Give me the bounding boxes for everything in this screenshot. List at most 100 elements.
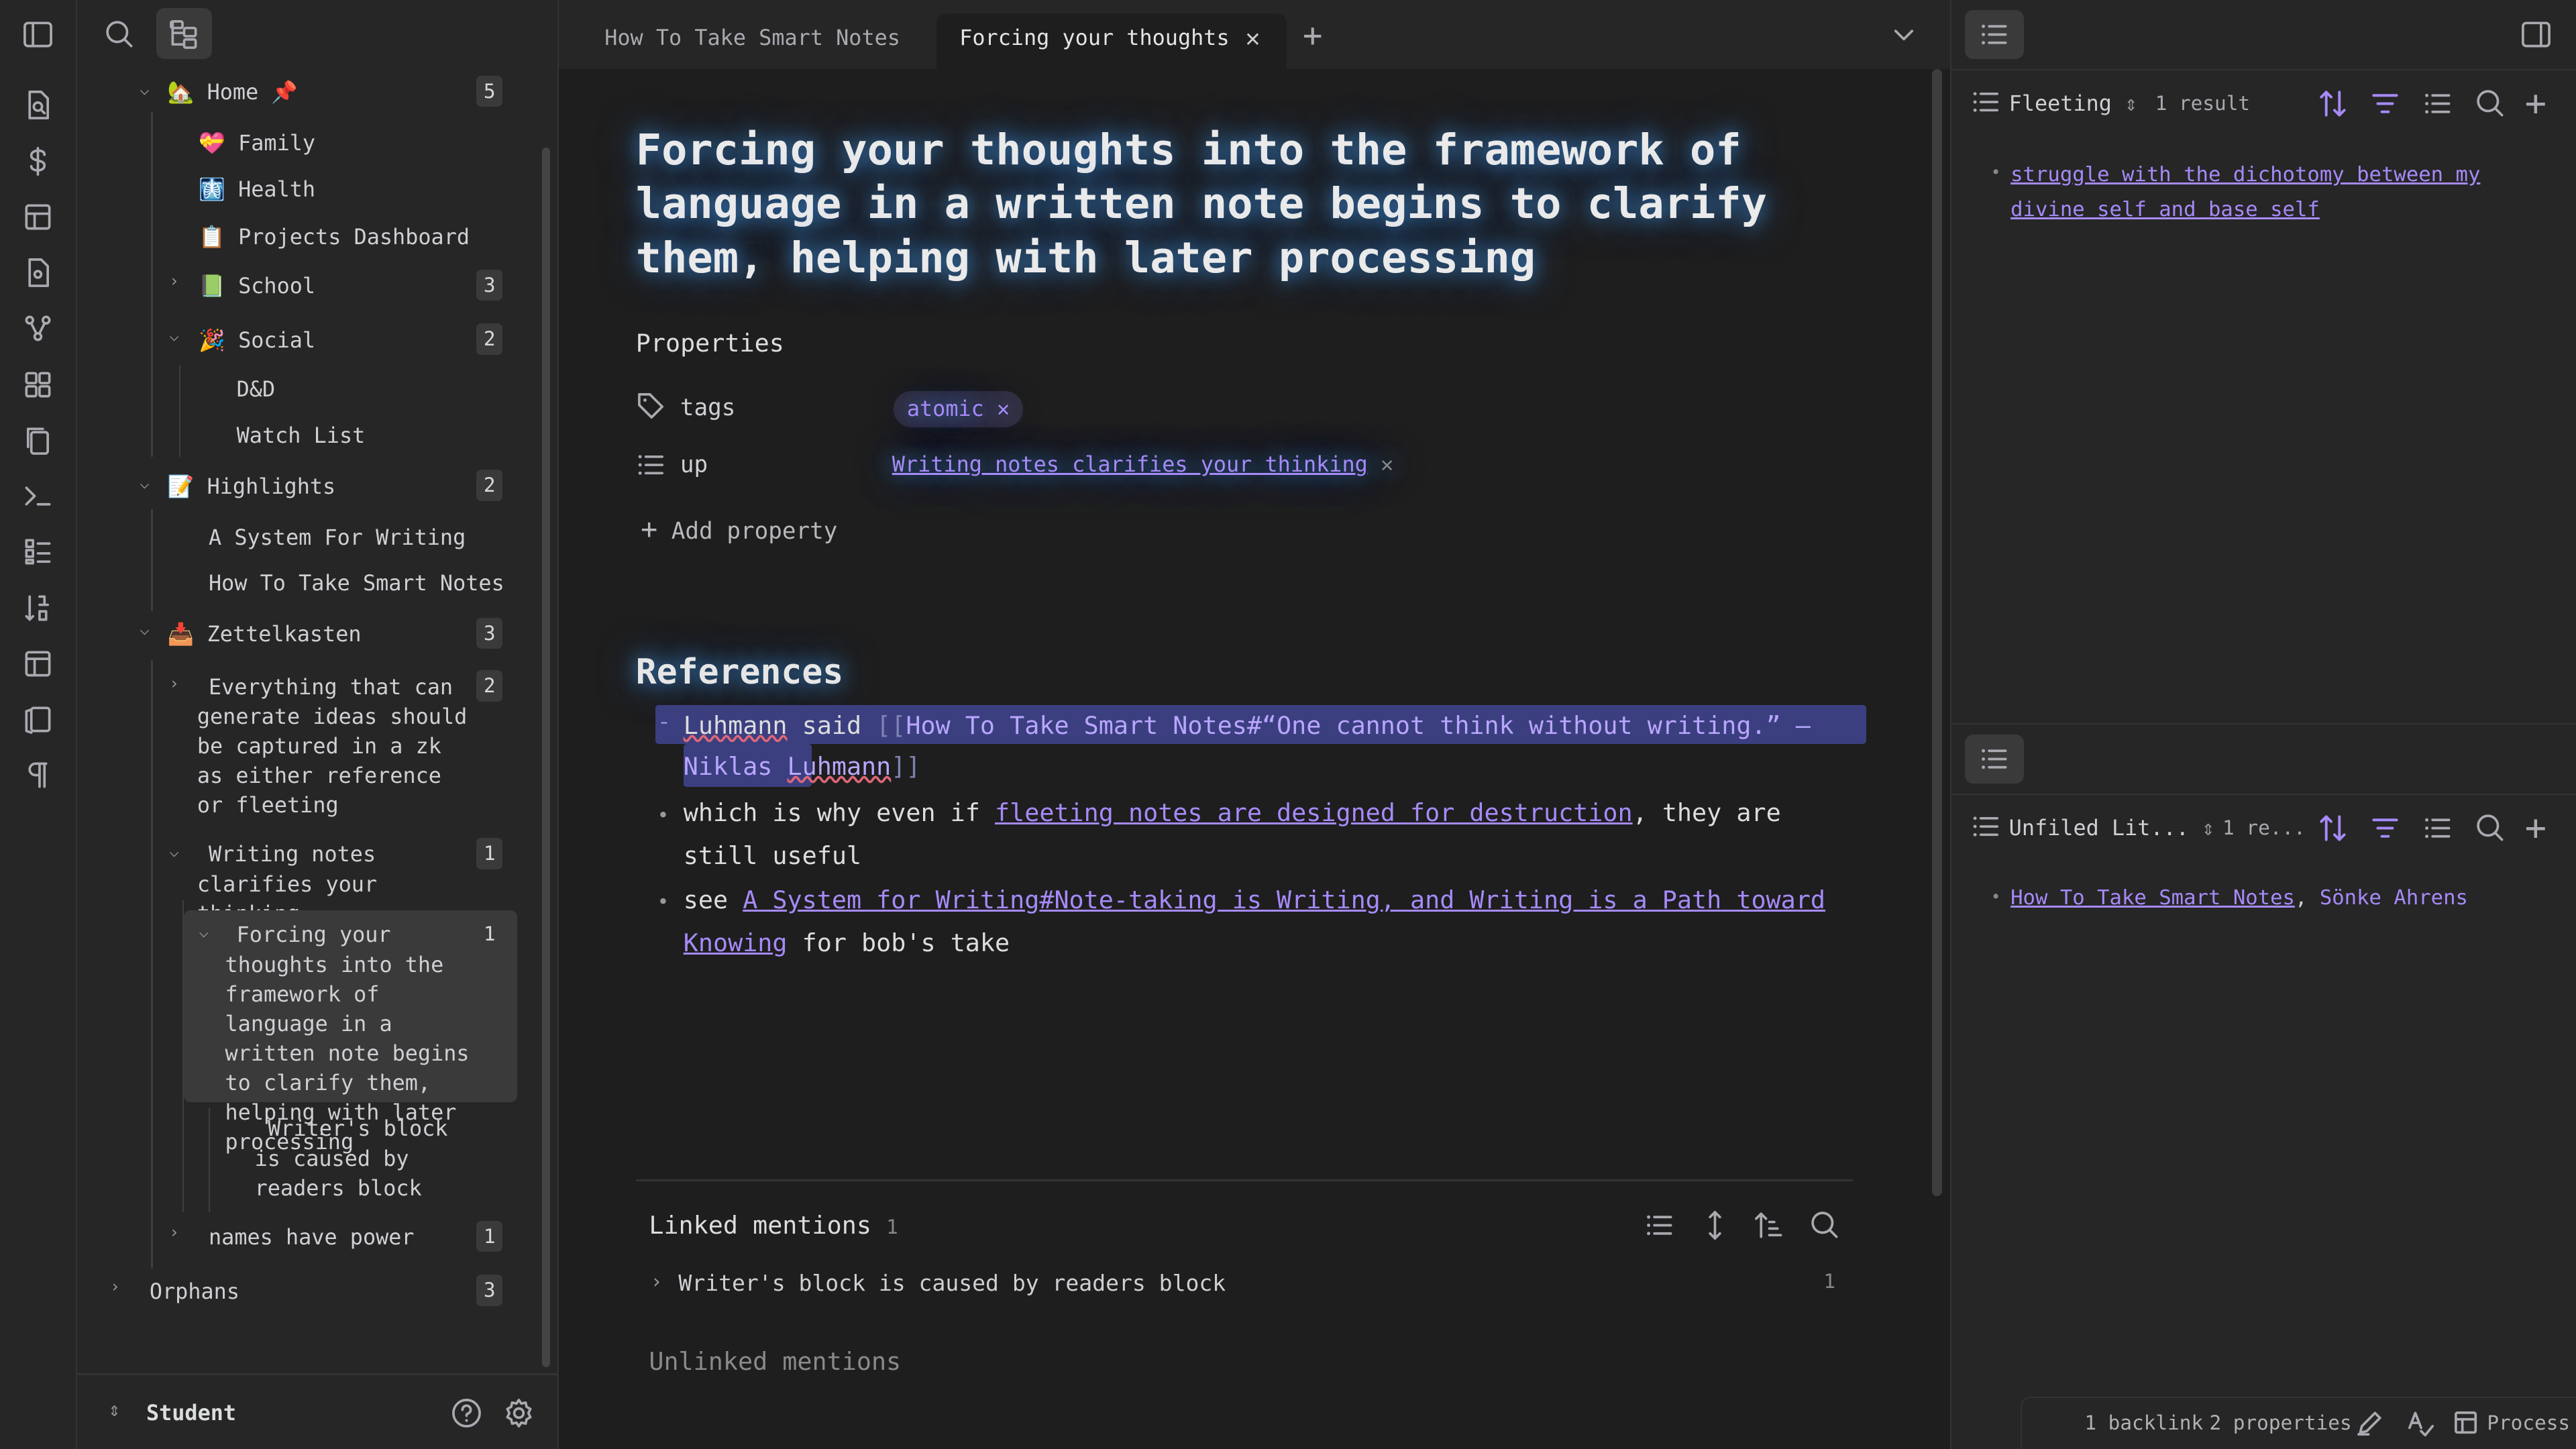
file-dnd[interactable]: D&D [237, 374, 276, 404]
search-icon[interactable] [103, 18, 136, 51]
file-how-to-take-smart-notes[interactable]: How To Take Smart Notes [209, 568, 504, 598]
property-value-up[interactable]: Writing notes clarifies your thinking ✕ [892, 451, 1393, 477]
add-icon[interactable]: + [2525, 806, 2546, 849]
linked-mentions-heading[interactable]: Linked mentions 1 [649, 1211, 898, 1240]
file-projects-dashboard[interactable]: 📋 Projects Dashboard [199, 222, 470, 252]
properties-list-icon[interactable] [2421, 812, 2454, 845]
folder-everything-that-can-generate-ideas[interactable]: Everything that can generate ideas shoul… [197, 672, 480, 820]
flashcards-icon[interactable] [21, 703, 54, 736]
chevron-down-icon[interactable]: ⌵ [169, 325, 179, 345]
file-family[interactable]: 💝 Family [199, 128, 315, 158]
property-count[interactable]: 2 properties [2209, 1411, 2351, 1434]
chevron-right-icon[interactable]: › [110, 1277, 120, 1296]
tab-forcing-your-thoughts[interactable]: Forcing your thoughts i... ✕ [936, 13, 1287, 99]
remove-tag-icon[interactable]: ✕ [997, 396, 1010, 421]
sort-numbers-icon[interactable] [21, 592, 54, 625]
backlink-count[interactable]: 1 backlink [2084, 1411, 2203, 1434]
folder-school[interactable]: 📗 School [199, 271, 315, 301]
folder-highlights[interactable]: 📝 Highlights [168, 472, 335, 501]
help-icon[interactable] [450, 1397, 483, 1430]
references-heading[interactable]: References [636, 652, 844, 692]
toggle-left-sidebar-icon[interactable] [21, 18, 54, 51]
sidebar-scrollbar[interactable] [542, 148, 551, 1367]
graph-view-icon[interactable] [21, 312, 54, 345]
list-icon[interactable] [1643, 1209, 1676, 1242]
list-checks-icon[interactable] [21, 535, 54, 568]
filter-icon[interactable] [2369, 812, 2402, 845]
sort-icon[interactable] [1753, 1209, 1786, 1242]
reference-item-2[interactable]: which is why even if fleeting notes are … [684, 792, 1866, 877]
terminal-icon[interactable] [21, 480, 54, 513]
spellcheck-icon[interactable] [2406, 1408, 2436, 1438]
folder-zettelkasten[interactable]: 📥 Zettelkasten [168, 619, 362, 649]
tab-how-to-take-smart-notes[interactable]: How To Take Smart Notes [582, 13, 936, 69]
file-health[interactable]: 🩻 Health [199, 174, 315, 204]
link-fleeting-notes[interactable]: fleeting notes are designed for destruct… [995, 798, 1633, 827]
tag-pill-atomic[interactable]: atomic ✕ [894, 390, 1023, 427]
outline-tab-icon[interactable] [1964, 9, 2024, 60]
folder-names-have-power[interactable]: names have power [209, 1222, 415, 1252]
close-tab-icon[interactable]: ✕ [1245, 13, 1260, 62]
fleeting-result-item[interactable]: struggle with the dichotomy between my d… [2010, 158, 2553, 227]
file-watch-list[interactable]: Watch List [237, 421, 366, 450]
open-quick-switcher-icon[interactable] [21, 89, 54, 121]
chevron-down-icon[interactable]: ⌵ [140, 473, 150, 492]
sort-icon[interactable] [2316, 87, 2349, 120]
chevron-down-icon[interactable]: ⌵ [199, 922, 209, 941]
table-icon[interactable] [21, 201, 54, 233]
settings-gear-icon[interactable] [502, 1397, 535, 1430]
edit-pencil-icon[interactable] [2355, 1408, 2385, 1438]
new-tab-icon[interactable]: + [1303, 16, 1322, 54]
chevron-down-icon[interactable]: ⌵ [169, 841, 179, 861]
canvas-icon[interactable] [21, 368, 54, 401]
note-title[interactable]: Forcing your thoughts into the framework… [636, 123, 1868, 286]
chevron-right-icon[interactable]: › [169, 1222, 179, 1242]
remove-link-icon[interactable]: ✕ [1381, 451, 1393, 477]
file-writers-block[interactable]: Writer's block is caused by readers bloc… [255, 1114, 485, 1202]
property-key-up[interactable]: up [680, 451, 708, 478]
folder-home[interactable]: 🏡 Home 📌 [168, 77, 298, 107]
vault-name[interactable]: Student [146, 1398, 236, 1428]
linked-mention-count: 1 [1823, 1270, 1836, 1293]
pilcrow-icon[interactable] [21, 759, 54, 792]
folder-tree-icon[interactable] [156, 8, 212, 60]
properties-list-icon[interactable] [2421, 87, 2454, 120]
properties-heading[interactable]: Properties [636, 329, 784, 358]
folder-social[interactable]: 🎉 Social [199, 325, 315, 355]
toggle-right-sidebar-icon[interactable] [2520, 18, 2553, 51]
search-icon[interactable] [2474, 87, 2507, 120]
chevron-down-icon[interactable]: ⌵ [140, 619, 150, 639]
add-icon[interactable]: + [2525, 82, 2546, 124]
layout-icon[interactable] [21, 647, 54, 680]
chevron-right-icon[interactable]: › [169, 271, 179, 290]
unlinked-mentions-heading[interactable]: Unlinked mentions [649, 1347, 901, 1376]
chevron-right-icon[interactable]: › [651, 1270, 663, 1293]
link-how-to-take-smart-notes[interactable]: How To Take Smart Notes [2010, 886, 2295, 910]
tab-list-chevron-icon[interactable] [1889, 19, 1919, 49]
search-icon[interactable] [1809, 1209, 1841, 1242]
reference-item-1[interactable]: Luhmann said [[How To Take Smart Notes#“… [684, 705, 1883, 787]
editor-scrollbar[interactable] [1932, 68, 1942, 1196]
view-selector-fleeting[interactable]: Fleeting ⇕ [2009, 91, 2138, 116]
link-writing-notes-clarifies[interactable]: Writing notes clarifies your thinking [892, 451, 1368, 477]
unfiled-result-item[interactable]: How To Take Smart Notes, Sönke Ahrens [2010, 882, 2468, 915]
outline-tab-icon[interactable] [1964, 734, 2024, 784]
sort-icon[interactable] [2316, 812, 2349, 845]
search-icon[interactable] [2474, 812, 2507, 845]
file-a-system-for-writing[interactable]: A System For Writing [209, 523, 466, 552]
linked-mention-item[interactable]: Writer's block is caused by readers bloc… [678, 1270, 1226, 1296]
vault-switcher-icon[interactable]: ⇕ [109, 1398, 121, 1421]
filter-icon[interactable] [2369, 87, 2402, 120]
reference-item-3[interactable]: see A System for Writing#Note-taking is … [684, 879, 1866, 964]
add-property-button[interactable]: + Add property [641, 513, 837, 545]
folder-orphans[interactable]: Orphans [150, 1277, 239, 1306]
property-key-tags[interactable]: tags [680, 394, 736, 421]
chevron-right-icon[interactable]: › [169, 674, 179, 693]
copy-files-icon[interactable] [21, 424, 54, 457]
dollar-icon[interactable] [21, 145, 54, 178]
chevron-down-icon[interactable]: ⌵ [140, 79, 150, 99]
expand-vertical-icon[interactable] [1699, 1209, 1731, 1242]
process-button[interactable]: Process [2487, 1411, 2570, 1434]
file-search-icon[interactable] [21, 256, 54, 289]
view-selector-unfiled[interactable]: Unfiled Lit... ⇕ [2009, 815, 2215, 841]
